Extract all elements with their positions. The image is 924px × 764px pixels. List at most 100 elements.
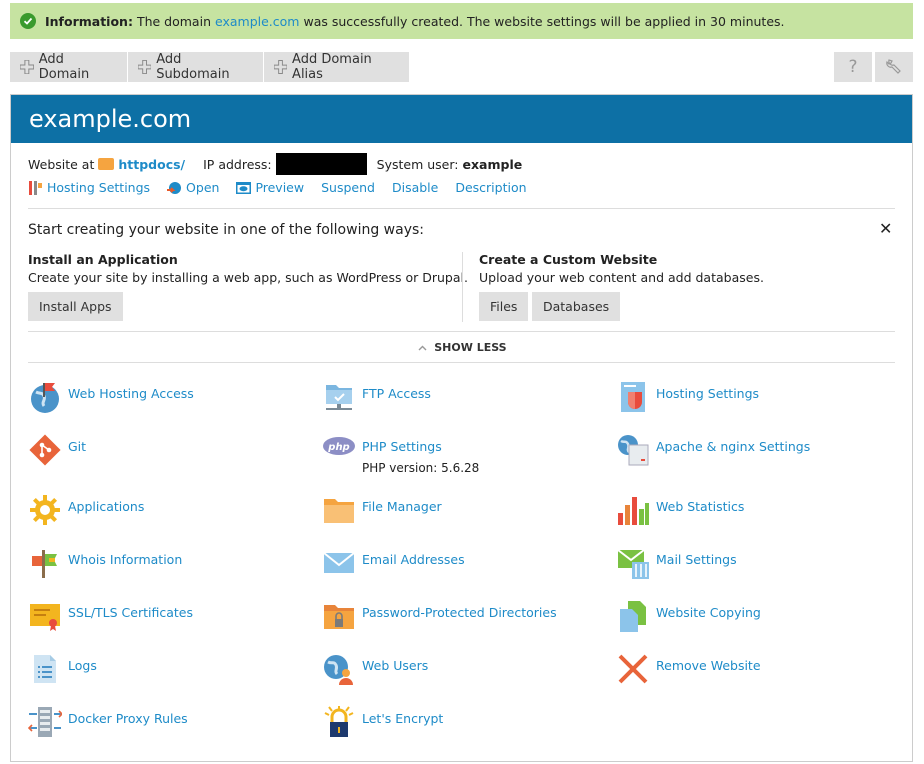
tool-web-users[interactable]: Web Users — [322, 652, 428, 686]
message-text-after: was successfully created. The website se… — [303, 13, 785, 29]
tool-label: Password-Protected Directories — [362, 605, 557, 620]
tool-logs[interactable]: Logs — [28, 652, 97, 686]
domain-name: example.com — [29, 105, 192, 133]
plus-icon — [138, 60, 152, 74]
system-user-label: System user: — [376, 156, 459, 172]
description-link[interactable]: Description — [455, 180, 526, 195]
tool-password-dirs[interactable]: Password-Protected Directories — [322, 599, 557, 633]
docker-proxy-icon — [28, 707, 62, 737]
globe-flag-icon — [31, 383, 59, 413]
plus-icon — [20, 60, 34, 74]
system-user-value: example — [462, 156, 523, 172]
folder-icon — [98, 158, 115, 170]
log-file-icon — [34, 655, 56, 683]
help-icon: ? — [848, 57, 858, 77]
remove-x-icon — [618, 654, 648, 684]
tool-git[interactable]: Git — [28, 433, 86, 467]
message-label: Information: — [45, 13, 133, 29]
show-less-toggle[interactable]: SHOW LESS — [11, 341, 914, 354]
open-link[interactable]: Open — [167, 180, 219, 195]
open-label: Open — [186, 180, 220, 195]
ftp-folder-icon — [326, 385, 352, 410]
bar-chart-icon — [618, 497, 649, 525]
whois-signpost-icon — [32, 550, 57, 578]
add-subdomain-label: Add Subdomain — [156, 52, 230, 82]
tool-whois[interactable]: Whois Information — [28, 546, 182, 580]
tool-ftp-access[interactable]: FTP Access — [322, 380, 431, 414]
wrench-icon — [886, 59, 901, 74]
divider — [28, 362, 895, 363]
hosting-settings-label: Hosting Settings — [47, 180, 151, 195]
tool-remove-website[interactable]: Remove Website — [616, 652, 761, 686]
suspend-link[interactable]: Suspend — [321, 180, 375, 195]
tool-apache-nginx[interactable]: Apache & nginx Settings — [616, 433, 810, 467]
check-circle-icon — [20, 13, 36, 29]
tool-label: Web Users — [362, 658, 429, 673]
tool-label: Whois Information — [68, 552, 183, 567]
folder-icon — [324, 499, 354, 523]
tool-mail-settings[interactable]: Mail Settings — [616, 546, 737, 580]
start-creating-title: Start creating your website in one of th… — [28, 222, 424, 238]
domain-actions: Hosting Settings Open Preview Suspend Di… — [28, 180, 544, 195]
mail-settings-icon — [617, 549, 649, 579]
column-separator — [462, 252, 463, 322]
tool-label: Hosting Settings — [656, 386, 760, 401]
domain-header: example.com — [11, 95, 912, 143]
ip-address-redacted — [275, 153, 367, 175]
gear-icon — [30, 495, 60, 525]
ip-address-label: IP address: — [203, 156, 272, 172]
preview-label: Preview — [255, 180, 305, 195]
help-button[interactable]: ? — [834, 52, 872, 82]
tool-label: Applications — [68, 499, 145, 514]
tool-lets-encrypt[interactable]: Let's Encrypt — [322, 705, 443, 739]
disable-link[interactable]: Disable — [392, 180, 438, 195]
divider — [28, 331, 895, 332]
copy-pages-icon — [620, 601, 646, 632]
tool-php-settings[interactable]: php PHP Settings PHP version: 5.6.28 — [322, 433, 479, 475]
add-domain-button[interactable]: Add Domain — [10, 52, 128, 82]
hosting-settings-link[interactable]: Hosting Settings — [28, 180, 150, 195]
plus-icon — [274, 60, 288, 74]
tool-label: SSL/TLS Certificates — [68, 605, 193, 620]
add-domain-alias-button[interactable]: Add Domain Alias — [264, 52, 410, 82]
php-badge-text: php — [327, 442, 349, 453]
tool-email-addresses[interactable]: Email Addresses — [322, 546, 465, 580]
tool-label: Logs — [68, 658, 97, 673]
tool-applications[interactable]: Applications — [28, 493, 144, 527]
files-button[interactable]: Files — [479, 292, 529, 321]
tool-ssl[interactable]: SSL/TLS Certificates — [28, 599, 193, 633]
docroot-link[interactable]: httpdocs/ — [118, 157, 185, 172]
settings-wrench-button[interactable] — [875, 52, 913, 82]
databases-button[interactable]: Databases — [532, 292, 621, 321]
tool-file-manager[interactable]: File Manager — [322, 493, 442, 527]
preview-link[interactable]: Preview — [236, 180, 304, 195]
tool-label: PHP Settings — [362, 439, 442, 454]
lets-encrypt-icon — [324, 706, 354, 737]
tool-label: Web Hosting Access — [68, 386, 194, 401]
preview-eye-icon — [236, 181, 252, 194]
tool-web-statistics[interactable]: Web Statistics — [616, 493, 744, 527]
tool-label: Let's Encrypt — [362, 711, 444, 726]
website-at-label: Website at — [28, 156, 95, 172]
add-subdomain-button[interactable]: Add Subdomain — [128, 52, 264, 82]
tool-docker-proxy[interactable]: Docker Proxy Rules — [28, 705, 188, 739]
custom-website-title: Create a Custom Website — [479, 252, 658, 267]
tool-label: Website Copying — [656, 605, 761, 620]
tool-website-copying[interactable]: Website Copying — [616, 599, 761, 633]
close-icon[interactable]: ✕ — [879, 219, 892, 238]
tool-hosting-settings[interactable]: Hosting Settings — [616, 380, 759, 414]
add-domain-alias-label: Add Domain Alias — [292, 52, 372, 82]
locked-folder-icon — [324, 605, 354, 629]
show-less-label: SHOW LESS — [434, 341, 507, 354]
message-text-before: The domain — [136, 13, 211, 29]
apache-nginx-icon — [618, 435, 649, 466]
globe-arrow-icon — [167, 181, 182, 194]
tool-label: Remove Website — [656, 658, 761, 673]
envelope-icon — [323, 552, 355, 573]
tool-web-hosting-access[interactable]: Web Hosting Access — [28, 380, 194, 414]
tool-label: Docker Proxy Rules — [68, 711, 188, 726]
message-domain-link[interactable]: example.com — [215, 14, 299, 29]
tool-label: Mail Settings — [656, 552, 737, 567]
install-app-title: Install an Application — [28, 252, 178, 267]
install-apps-button[interactable]: Install Apps — [28, 292, 123, 321]
